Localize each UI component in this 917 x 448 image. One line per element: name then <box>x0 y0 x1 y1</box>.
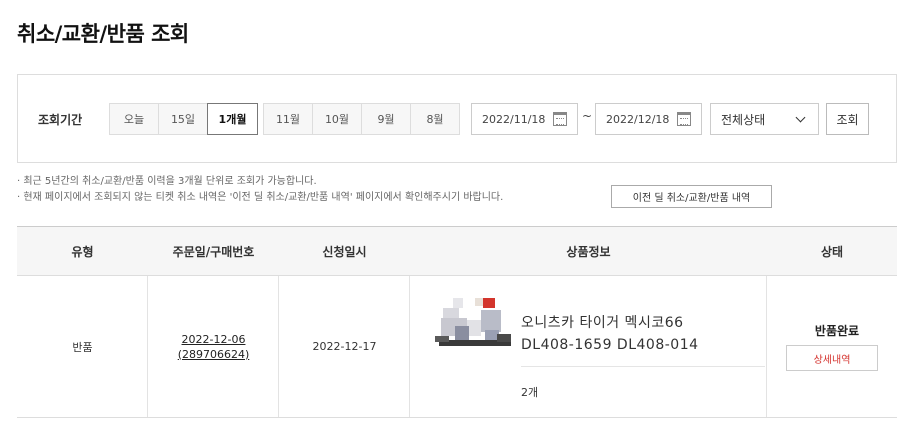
month-10-button[interactable]: 10월 <box>312 103 362 135</box>
product-thumbnail[interactable] <box>435 296 515 366</box>
header-request-date: 신청일시 <box>322 245 367 259</box>
quick-period-group: 오늘 15일 1개월 <box>109 103 258 135</box>
status-select[interactable]: 전체상태 <box>710 103 819 135</box>
header-order: 주문일/구매번호 <box>172 245 255 259</box>
end-date-input[interactable]: 2022/12/18 <box>595 103 702 135</box>
header-product: 상품정보 <box>566 245 611 259</box>
period-1month-button[interactable]: 1개월 <box>207 103 258 135</box>
date-separator: ~ <box>582 109 593 123</box>
product-name-line[interactable]: 오니츠카 타이거 멕시코66 <box>521 312 699 334</box>
month-8-button[interactable]: 8월 <box>410 103 460 135</box>
month-9-button[interactable]: 9월 <box>361 103 411 135</box>
detail-button[interactable]: 상세내역 <box>786 345 878 371</box>
row-order-info[interactable]: 2022-12-06 (289706624) <box>148 276 279 417</box>
start-date-input[interactable]: 2022/11/18 <box>471 103 578 135</box>
row-type: 반품 <box>72 340 93 354</box>
calendar-icon[interactable] <box>677 112 691 126</box>
notice-line: · 현재 페이지에서 조회되지 않는 티켓 취소 내역은 '이전 딜 취소/교환… <box>17 192 504 203</box>
order-number-link[interactable]: (289706624) <box>178 347 250 362</box>
status-select-value: 전체상태 <box>721 112 766 127</box>
header-type: 유형 <box>71 245 94 259</box>
product-name[interactable]: 오니츠카 타이거 멕시코66 DL408-1659 DL408-014 <box>521 312 699 356</box>
order-date-link[interactable]: 2022-12-06 <box>182 332 246 347</box>
header-status: 상태 <box>820 245 844 259</box>
product-quantity: 2개 <box>521 386 539 399</box>
month-11-button[interactable]: 11월 <box>263 103 313 135</box>
search-button[interactable]: 조회 <box>826 103 869 135</box>
period-label: 조회기간 <box>38 113 83 127</box>
claims-table: 유형 주문일/구매번호 신청일시 상품정보 상태 반품 2022-12-06 (… <box>17 226 897 418</box>
end-date-value: 2022/12/18 <box>606 112 670 126</box>
table-row: 반품 2022-12-06 (289706624) 2022-12-17 오니츠… <box>17 276 897 418</box>
period-15days-button[interactable]: 15일 <box>158 103 208 135</box>
table-header: 유형 주문일/구매번호 신청일시 상품정보 상태 <box>17 226 897 276</box>
page-title: 취소/교환/반품 조회 <box>17 22 189 46</box>
status-label: 반품완료 <box>814 324 860 338</box>
divider <box>521 366 765 367</box>
notice-line: · 최근 5년간의 취소/교환/반품 이력을 3개월 단위로 조회가 가능합니다… <box>17 176 317 187</box>
filter-panel: 조회기간 오늘 15일 1개월 11월 10월 9월 8월 2022/11/18… <box>17 74 897 163</box>
calendar-icon[interactable] <box>553 112 567 126</box>
chevron-down-icon <box>795 112 806 123</box>
month-group: 11월 10월 9월 8월 <box>263 103 460 135</box>
period-today-button[interactable]: 오늘 <box>109 103 159 135</box>
notice-text: · 최근 5년간의 취소/교환/반품 이력을 3개월 단위로 조회가 가능합니다… <box>17 174 503 206</box>
previous-deal-history-button[interactable]: 이전 딜 취소/교환/반품 내역 <box>611 185 772 208</box>
product-code-line[interactable]: DL408-1659 DL408-014 <box>521 334 699 356</box>
start-date-value: 2022/11/18 <box>482 112 546 126</box>
row-request-date: 2022-12-17 <box>312 340 377 353</box>
